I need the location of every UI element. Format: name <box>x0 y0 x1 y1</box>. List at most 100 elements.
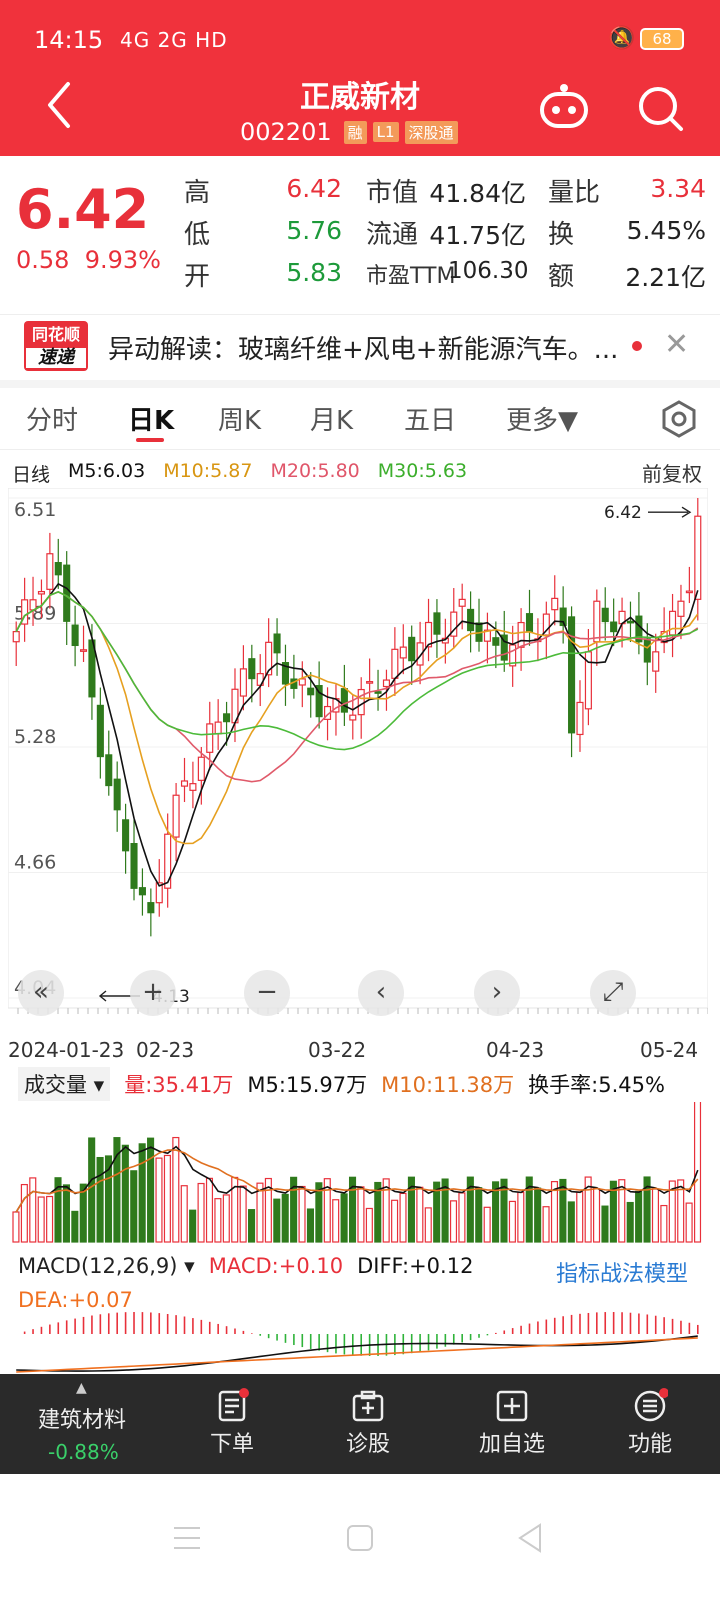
macd-chart[interactable] <box>8 1300 708 1374</box>
volume-bar <box>147 1137 155 1243</box>
scroll-left-icon[interactable]: ‹ <box>358 970 404 1016</box>
bottom-toolbar: ▲ 建筑材料 -0.88% 下单 诊股 加自选 功能 <box>0 1374 720 1474</box>
caret-up-icon[interactable]: ▲ <box>76 1380 87 1396</box>
high-marker-label: 6.42 <box>604 503 642 523</box>
candle-body <box>601 607 609 623</box>
change-percent: 9.93% <box>84 246 161 274</box>
volume-m5: M5:15.97万 <box>247 1073 368 1097</box>
turnover-label: 换 <box>548 220 575 250</box>
volratio-value: 3.34 <box>650 174 706 203</box>
candle-body <box>669 610 677 636</box>
tab-more[interactable]: 更多▼ <box>506 400 578 437</box>
volume-bar <box>256 1182 264 1243</box>
candle-body <box>298 678 306 686</box>
volume-bar <box>567 1201 575 1243</box>
tab-five-day[interactable]: 五日 <box>404 400 456 437</box>
y-tick-label: 4.66 <box>14 851 56 873</box>
float-value: 41.75亿 <box>429 221 526 250</box>
volume-bar <box>239 1185 247 1243</box>
volume-bar <box>357 1186 365 1243</box>
home-icon[interactable] <box>346 1524 374 1552</box>
volume-chart[interactable] <box>8 1102 708 1244</box>
turnover-rate: 换手率:5.45% <box>528 1069 665 1099</box>
shenzhen-connect-tag: 深股通 <box>404 120 458 144</box>
sector-name[interactable]: 建筑材料 <box>38 1402 126 1434</box>
volume-bar <box>189 1209 197 1243</box>
candlestick-chart[interactable]: 6.515.895.284.664.04 6.424.13 <box>8 488 708 1028</box>
order-label: 下单 <box>209 1432 254 1457</box>
volume-bar <box>205 1177 214 1243</box>
open-value: 5.83 <box>286 258 342 287</box>
fullscreen-icon[interactable]: ⤢ <box>590 970 636 1016</box>
divider <box>0 380 720 388</box>
zoom-out-icon[interactable]: − <box>244 970 290 1016</box>
candle-body <box>79 649 88 652</box>
volume-bar <box>172 1136 180 1243</box>
diagnose-button[interactable]: 诊股 <box>326 1374 410 1474</box>
news-banner[interactable]: 同花顺 速递 异动解读：玻璃纤维+风电+新能源汽车。... ✕ <box>0 314 720 378</box>
candle-body <box>307 687 315 696</box>
candle-body <box>105 754 113 787</box>
settings-icon[interactable] <box>660 400 698 438</box>
tab-weekly[interactable]: 周K <box>218 400 261 437</box>
volume-bar <box>281 1193 289 1243</box>
close-icon[interactable]: ✕ <box>664 327 689 362</box>
volume-bar <box>20 1183 28 1243</box>
code-row: 002201 融 L1 深股通 <box>240 118 458 146</box>
sector-change: -0.88% <box>48 1440 119 1464</box>
mktcap-label: 市值 <box>366 178 419 208</box>
date-tick: 2024-01-23 <box>8 1038 125 1062</box>
function-button[interactable]: 功能 <box>608 1374 692 1474</box>
volume-bar <box>576 1191 584 1243</box>
macd-selector[interactable]: MACD(12,26,9) ▾ <box>18 1254 195 1278</box>
zoom-in-icon[interactable]: + <box>130 970 176 1016</box>
volume-bar <box>635 1190 643 1243</box>
volume-selector-label: 成交量 <box>24 1073 87 1097</box>
volume-selector[interactable]: 成交量 ▾ <box>18 1067 111 1101</box>
volume-bar <box>248 1209 256 1243</box>
candle-body <box>568 616 576 734</box>
recent-apps-icon[interactable] <box>172 1524 202 1552</box>
tab-monthly[interactable]: 月K <box>310 400 353 437</box>
candle-body <box>96 704 104 758</box>
change-amount: 0.58 <box>16 246 70 274</box>
volume-bar <box>71 1210 79 1243</box>
ma10-value: M10:5.87 <box>163 460 253 482</box>
diff-line <box>16 1335 698 1372</box>
candle-body <box>12 631 20 643</box>
volume-bar <box>508 1200 516 1243</box>
add-watchlist-button[interactable]: 加自选 <box>458 1374 566 1474</box>
volume-bar <box>500 1178 508 1243</box>
candle-body <box>652 651 660 672</box>
volume-legend: 成交量 ▾ 量:35.41万 M5:15.97万 M10:11.38万 换手率:… <box>18 1067 665 1101</box>
order-button[interactable]: 下单 <box>190 1374 274 1474</box>
tab-intraday[interactable]: 分时 <box>26 400 78 437</box>
candle-body <box>130 843 138 889</box>
candle-body <box>46 553 54 590</box>
news-text[interactable]: 异动解读：玻璃纤维+风电+新能源汽车。... <box>108 329 628 366</box>
candle-body <box>164 833 172 889</box>
volume-bar <box>685 1202 693 1243</box>
tab-daily[interactable]: 日K <box>128 400 174 437</box>
volume-bar <box>660 1204 668 1243</box>
header: 14:15 4G 2G HD 🔕 68 正威新材 002201 融 L1 深股通 <box>0 0 720 156</box>
scroll-right-icon[interactable]: › <box>474 970 520 1016</box>
back-nav-icon[interactable] <box>516 1522 544 1554</box>
candle-body <box>408 636 416 662</box>
mute-icon: 🔕 <box>608 26 636 51</box>
indicator-model-link[interactable]: 指标战法模型 <box>556 1256 688 1288</box>
volume-bar <box>62 1184 70 1243</box>
period-label: 日线 <box>12 464 51 486</box>
robot-assistant-icon[interactable] <box>536 82 592 132</box>
news-logo-top: 同花顺 <box>31 325 80 344</box>
adjust-mode[interactable]: 前复权 <box>642 458 702 487</box>
search-icon[interactable] <box>636 84 686 134</box>
candle-body <box>180 780 189 787</box>
date-tick: 02-23 <box>136 1038 195 1062</box>
turnover-value: 5.45% <box>626 216 706 245</box>
date-axis: 2024-01-23 02-23 03-22 04-23 05-24 <box>0 1038 720 1068</box>
unread-dot <box>632 341 642 351</box>
candle-body <box>138 887 146 896</box>
ma30-value: M30:5.63 <box>377 460 468 482</box>
zoom-out-max-icon[interactable]: « <box>18 970 64 1016</box>
